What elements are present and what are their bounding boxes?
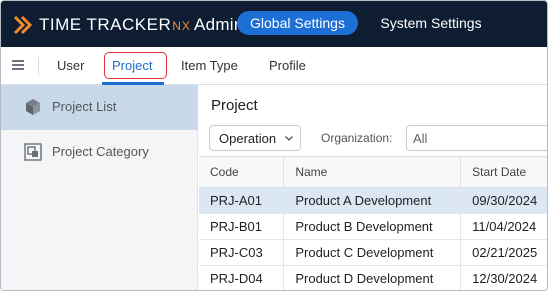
table-row[interactable]: PRJ-A01 Product A Development 09/30/2024 [199, 187, 547, 214]
divider [38, 57, 39, 75]
cell-start-date: 09/30/2024 [460, 187, 547, 214]
organization-label: Organization: [321, 131, 393, 145]
page-title: Project [211, 97, 258, 114]
time-tracker-logo-icon [13, 15, 33, 35]
tab-item-type[interactable]: Item Type [181, 57, 238, 77]
cell-name: Product B Development [283, 213, 462, 240]
cell-code: PRJ-C03 [199, 239, 285, 266]
sidebar-item-project-list[interactable]: Project List [1, 85, 198, 130]
system-settings-button[interactable]: System Settings [373, 11, 489, 35]
main-panel: Project Operation Organization: Code Nam… [199, 85, 547, 290]
sidebar-item-project-category[interactable]: Project Category [1, 130, 198, 175]
cell-start-date: 02/21/2025 [460, 239, 547, 266]
cell-start-date: 11/04/2024 [460, 213, 547, 240]
column-header-code[interactable]: Code [199, 156, 285, 188]
global-settings-button[interactable]: Global Settings [237, 11, 358, 35]
tab-user[interactable]: User [57, 57, 84, 77]
cell-name: Product A Development [283, 187, 462, 214]
cell-name: Product D Development [283, 265, 462, 290]
top-navigation-bar: TIME TRACKERNX Admin Global Settings Syst… [1, 1, 547, 47]
table-row[interactable]: PRJ-C03 Product C Development 02/21/2025 [199, 239, 547, 266]
table-header-row: Code Name Start Date [199, 156, 547, 188]
sidebar: Project List Project Category [1, 85, 198, 290]
cell-start-date: 12/30/2024 [460, 265, 547, 290]
app-window: TIME TRACKERNX Admin Global Settings Syst… [0, 0, 548, 291]
cell-code: PRJ-B01 [199, 213, 285, 240]
cell-name: Product C Development [283, 239, 462, 266]
project-table: Code Name Start Date PRJ-A01 Product A D… [199, 156, 547, 290]
highlight-box [104, 52, 167, 79]
category-icon [24, 143, 42, 161]
chevron-down-icon [285, 136, 293, 141]
column-header-name[interactable]: Name [283, 156, 462, 188]
cell-code: PRJ-A01 [199, 187, 285, 214]
cell-code: PRJ-D04 [199, 265, 285, 290]
logo-text: TIME TRACKERNX Admin [39, 15, 244, 34]
tab-profile[interactable]: Profile [269, 57, 306, 77]
table-row[interactable]: PRJ-D04 Product D Development 12/30/2024 [199, 265, 547, 290]
sidebar-item-label: Project List [52, 99, 117, 114]
sidebar-item-label: Project Category [52, 144, 149, 159]
cube-icon [26, 99, 40, 115]
column-header-start-date[interactable]: Start Date [460, 156, 547, 188]
operation-select-value: Operation [219, 131, 277, 146]
table-row[interactable]: PRJ-B01 Product B Development 11/04/2024 [199, 213, 547, 240]
operation-select[interactable]: Operation [209, 125, 301, 151]
menu-icon[interactable] [12, 60, 24, 70]
tab-bar: User Project Item Type Profile [1, 47, 547, 85]
organization-input[interactable] [406, 125, 547, 151]
